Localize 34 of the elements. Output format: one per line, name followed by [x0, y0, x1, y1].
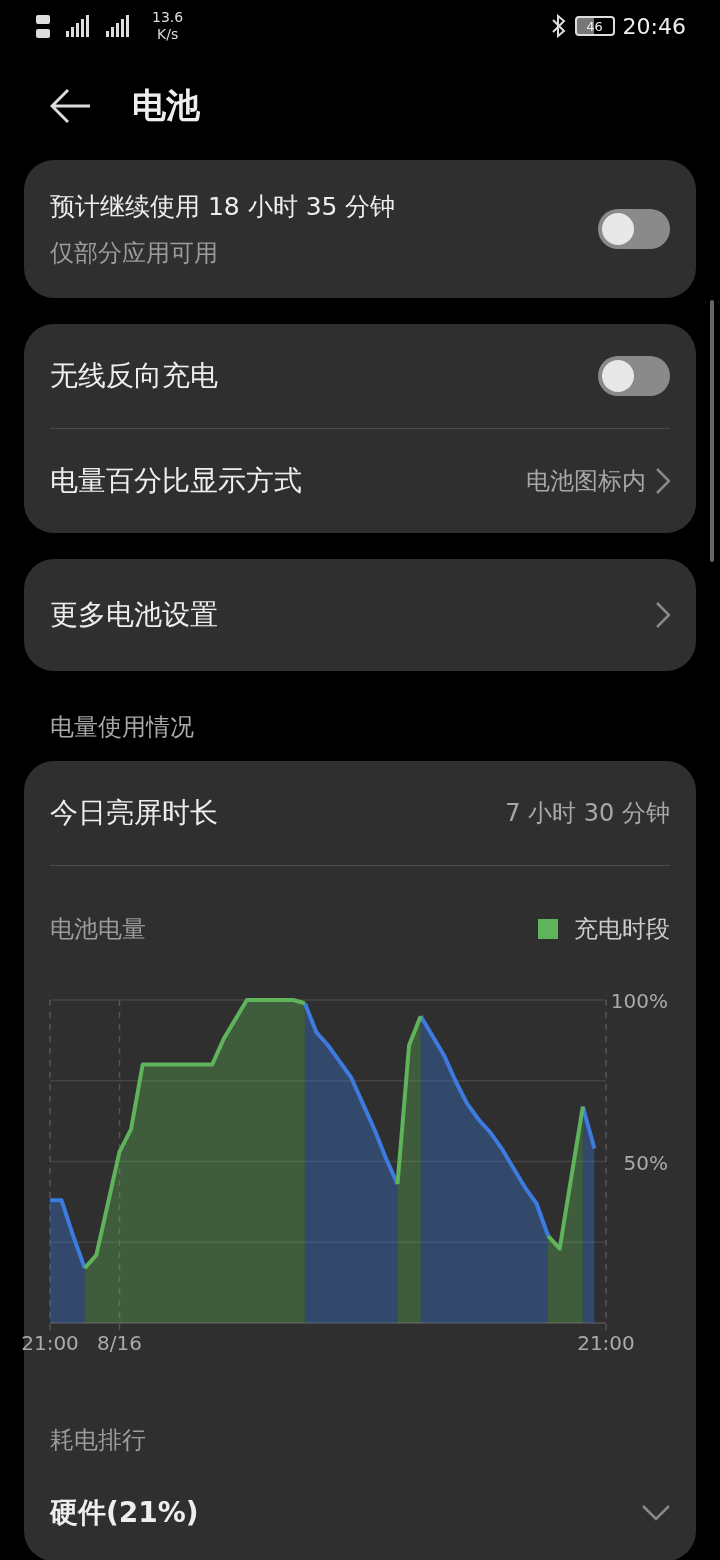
- settings-row[interactable]: 无线反向充电: [50, 324, 670, 428]
- screen-time-label: 今日亮屏时长: [50, 795, 218, 831]
- screen-time-value: 7 小时 30 分钟: [505, 798, 670, 829]
- toggle-switch[interactable]: [598, 209, 670, 249]
- ranking-row[interactable]: 硬件(21%): [50, 1466, 670, 1560]
- settings-row[interactable]: 更多电池设置: [50, 559, 670, 671]
- estimate-text: 预计继续使用 18 小时 35 分钟: [50, 190, 396, 223]
- speed-unit: K/s: [157, 26, 179, 43]
- axis-label: 8/16: [97, 1331, 142, 1355]
- axis-label: 21:00: [577, 1331, 635, 1355]
- axis-label: 21:00: [21, 1331, 79, 1355]
- chevron-right-icon: [656, 602, 670, 628]
- chevron-down-icon: [642, 1505, 670, 1521]
- ranking-label: 硬件(21%): [50, 1495, 199, 1531]
- section-title: 电量使用情况: [49, 712, 195, 743]
- setting-label: 电量百分比显示方式: [50, 463, 302, 499]
- bluetooth-icon: [550, 14, 567, 38]
- battery-icon: 46: [574, 16, 615, 36]
- setting-label: 无线反向充电: [50, 358, 218, 394]
- clock: 20:46: [622, 13, 686, 39]
- chevron-right-icon: [656, 468, 670, 494]
- axis-label: 50%: [623, 1150, 668, 1175]
- page-title: 电池: [132, 84, 200, 127]
- setting-value: 电池图标内: [526, 466, 646, 497]
- chart-title: 电池电量: [50, 914, 146, 945]
- toggle-switch[interactable]: [598, 356, 670, 396]
- network-speed: 13.6: [152, 9, 184, 26]
- settings-row[interactable]: 电量百分比显示方式 电池图标内: [50, 429, 670, 533]
- note-text: 仅部分应用可用: [50, 237, 219, 269]
- setting-label: 更多电池设置: [50, 597, 218, 633]
- axis-label: 100%: [610, 989, 668, 1013]
- back-arrow-icon[interactable]: [50, 88, 92, 124]
- ranking-title: 耗电排行: [50, 1425, 146, 1456]
- legend-label: 充电时段: [574, 914, 670, 945]
